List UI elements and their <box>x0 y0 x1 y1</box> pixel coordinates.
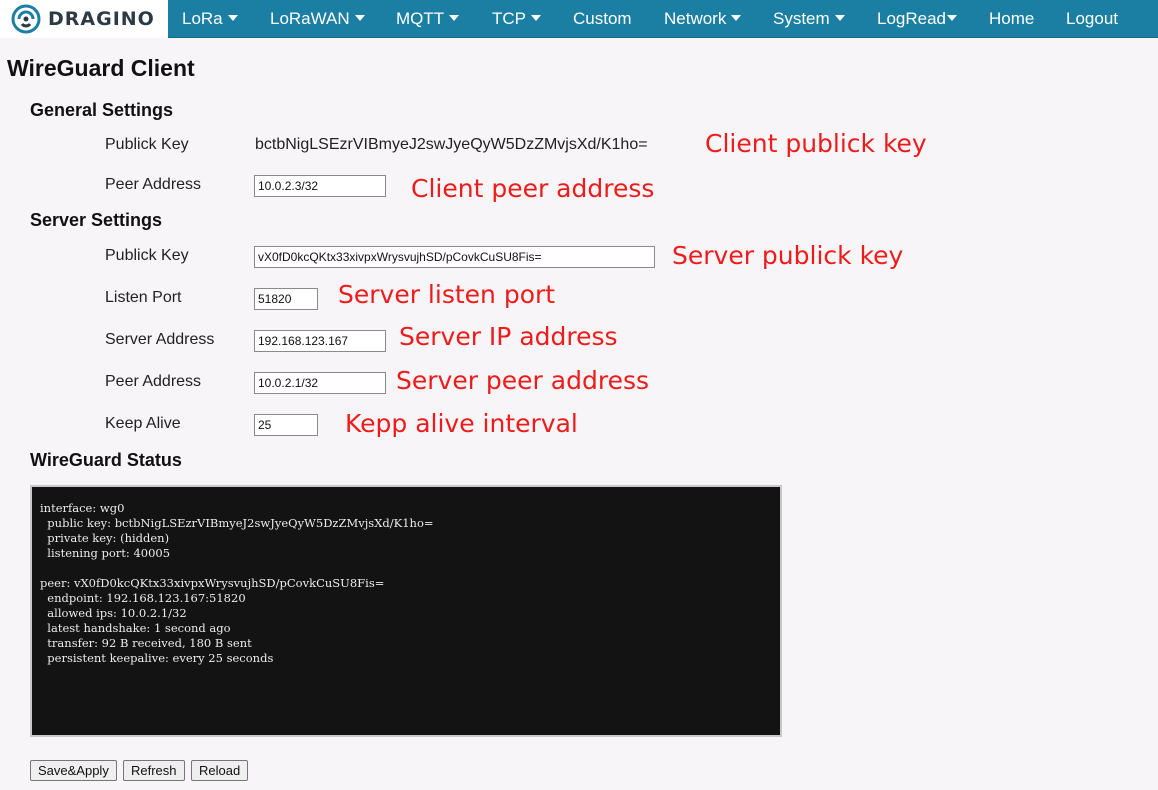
nav-item-tcp[interactable]: TCP <box>492 0 541 38</box>
caret-down-icon <box>227 15 238 21</box>
dragino-logo[interactable]: DRAGINO <box>0 0 168 38</box>
caret-down-icon <box>834 15 845 21</box>
nav-item-custom[interactable]: Custom <box>573 0 632 38</box>
annotation-server-listen-port: Server listen port <box>338 280 556 309</box>
nav-item-mqtt[interactable]: MQTT <box>396 0 460 38</box>
server-public-key-input[interactable] <box>254 246 655 268</box>
nav-item-label: Custom <box>573 9 632 28</box>
reload-button[interactable]: Reload <box>191 760 249 781</box>
server-public-key-label: Publick Key <box>105 247 189 264</box>
client-peer-address-input[interactable] <box>254 175 386 197</box>
nav-item-system[interactable]: System <box>773 0 845 38</box>
annotation-server-peer-address: Server peer address <box>396 366 650 395</box>
nav-item-label: MQTT <box>396 9 445 28</box>
listen-port-input[interactable] <box>254 288 318 310</box>
annotation-keep-alive-interval: Kepp alive interval <box>345 409 578 438</box>
annotation-server-ip-address: Server IP address <box>399 322 618 351</box>
page-title: WireGuard Client <box>7 55 195 81</box>
general-settings-heading: General Settings <box>30 100 174 120</box>
wireguard-status-heading: WireGuard Status <box>30 450 182 470</box>
annotation-client-peer-address: Client peer address <box>411 174 655 203</box>
listen-port-label: Listen Port <box>105 289 182 306</box>
annotation-server-public-key: Server publick key <box>672 241 904 270</box>
annotation-client-public-key: Client publick key <box>705 129 927 158</box>
nav-item-label: TCP <box>492 9 526 28</box>
nav-item-lora[interactable]: LoRa <box>182 0 238 38</box>
nav-item-label: Network <box>664 9 727 28</box>
nav-item-lorawan[interactable]: LoRaWAN <box>270 0 365 38</box>
logo-text: DRAGINO <box>48 8 155 30</box>
top-nav-bar: DRAGINO LoRa LoRaWAN MQTT TCP Custom Net… <box>0 0 1158 38</box>
nav-item-logread[interactable]: LogRead <box>877 0 958 38</box>
nav-item-network[interactable]: Network <box>664 0 742 38</box>
client-public-key-value: bctbNigLSEzrVIBmyeJ2swJyeQyW5DzZMvjsXd/K… <box>255 136 648 153</box>
client-public-key-label: Publick Key <box>105 136 189 153</box>
server-settings-heading: Server Settings <box>30 210 163 230</box>
nav-item-label: LogRead <box>877 9 947 28</box>
dragino-logo-icon <box>11 4 41 34</box>
caret-down-icon <box>731 15 742 21</box>
save-apply-button[interactable]: Save&Apply <box>30 760 117 781</box>
keep-alive-label: Keep Alive <box>105 415 181 432</box>
wireguard-status-output[interactable]: interface: wg0 public key: bctbNigLSEzrV… <box>30 485 782 737</box>
refresh-button[interactable]: Refresh <box>123 760 185 781</box>
caret-down-icon <box>531 15 541 21</box>
caret-down-icon <box>449 15 460 21</box>
caret-down-icon <box>947 15 958 21</box>
server-address-label: Server Address <box>105 331 215 348</box>
nav-item-label: Home <box>989 9 1035 28</box>
caret-down-icon <box>354 15 365 21</box>
nav-item-label: LoRa <box>182 9 223 28</box>
nav-item-label: LoRaWAN <box>270 9 350 28</box>
client-peer-address-label: Peer Address <box>105 176 202 193</box>
server-address-input[interactable] <box>254 330 386 352</box>
server-peer-address-label: Peer Address <box>105 373 202 390</box>
nav-item-label: Logout <box>1066 9 1118 28</box>
nav-item-home[interactable]: Home <box>989 0 1034 38</box>
nav-item-label: System <box>773 9 830 28</box>
keep-alive-input[interactable] <box>254 414 318 436</box>
server-peer-address-input[interactable] <box>254 372 386 394</box>
nav-item-logout[interactable]: Logout <box>1066 0 1118 38</box>
